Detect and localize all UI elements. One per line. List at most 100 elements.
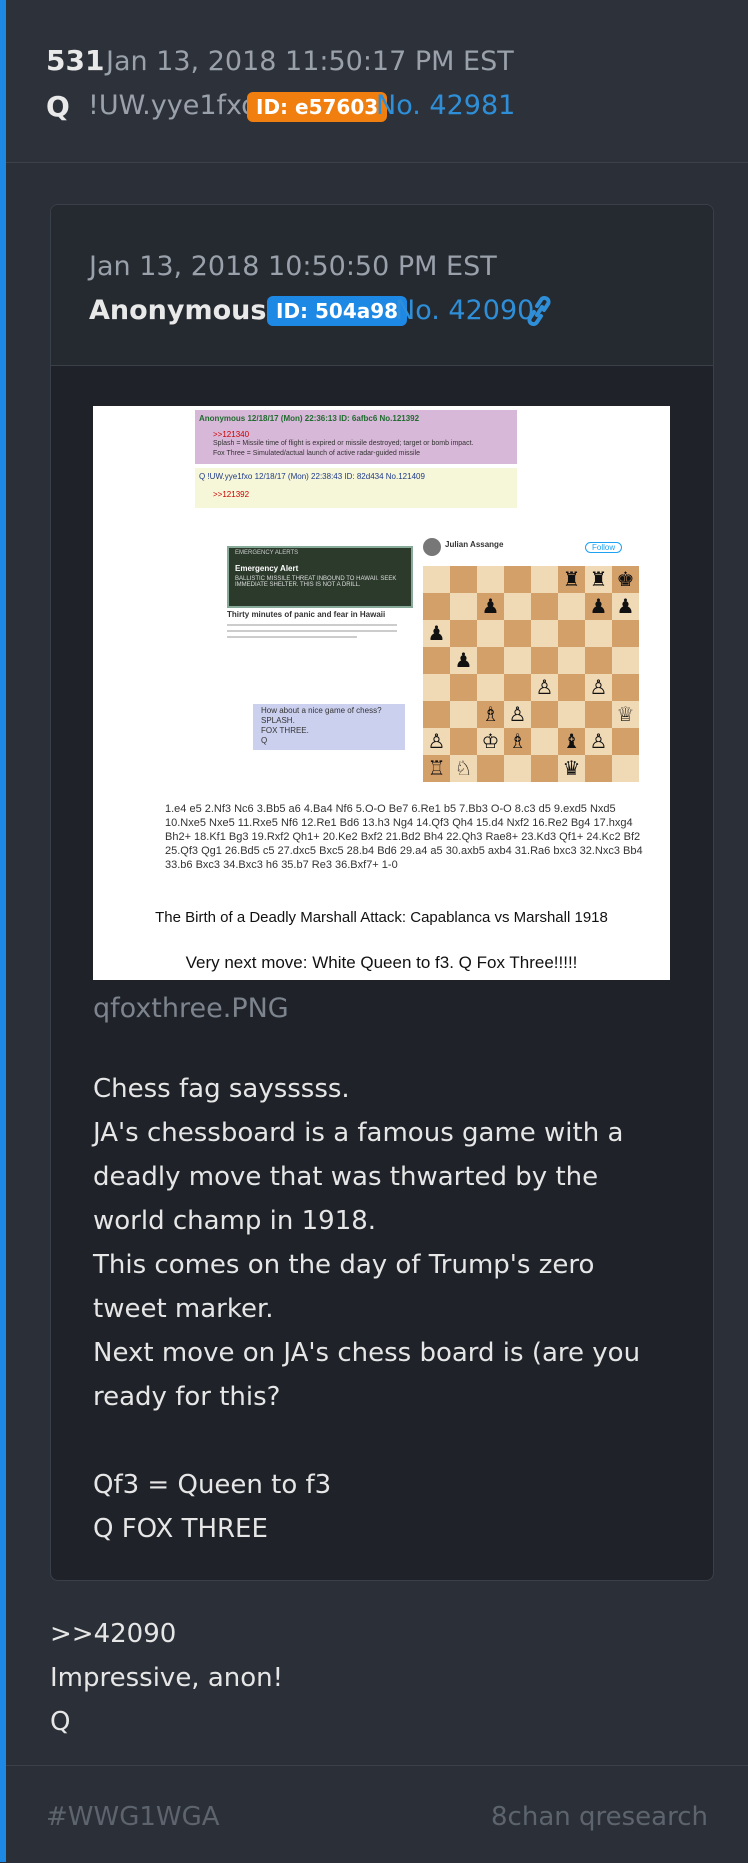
chess-square: [423, 566, 450, 593]
chess-square: [477, 647, 504, 674]
image-tweet2-header: Q !UW.yye1fxo 12/18/17 (Mon) 22:38:43 ID…: [199, 472, 425, 481]
attached-image[interactable]: Anonymous 12/18/17 (Mon) 22:36:13 ID: 6a…: [93, 406, 670, 980]
quoted-line: JA's chessboard is a famous game with a …: [93, 1118, 624, 1236]
chess-square: [558, 647, 585, 674]
chess-square: [531, 647, 558, 674]
image-tweet-anon: Anonymous 12/18/17 (Mon) 22:36:13 ID: 6a…: [195, 410, 517, 464]
chess-square: [585, 647, 612, 674]
chess-square: [558, 620, 585, 647]
chess-square: [504, 566, 531, 593]
post-header: 531 Jan 13, 2018 11:50:17 PM EST Q !UW.y…: [6, 0, 748, 163]
chess-square: ♗: [504, 728, 531, 755]
image-tw-follow: Follow: [585, 542, 623, 553]
chess-square: [504, 674, 531, 701]
chess-square: ♛: [558, 755, 585, 782]
post-number: 531: [46, 44, 105, 77]
image-alert-heading: Emergency Alert: [235, 564, 299, 573]
post-card: 531 Jan 13, 2018 11:50:17 PM EST Q !UW.y…: [0, 0, 748, 1863]
chess-square: ♕: [612, 701, 639, 728]
chessboard: ♜ ♜ ♚ ♟ ♟ ♟ ♟ ♟ ♙ ♙ ♗ ♙ ♕ ♙ ♔ ♗ ♝ ♙ ♖ ♘ ♛: [423, 566, 639, 782]
chess-square: ♝: [558, 728, 585, 755]
chess-square: [450, 728, 477, 755]
chess-square: ♟: [450, 647, 477, 674]
chess-square: ♟: [423, 620, 450, 647]
chess-square: ♟: [612, 593, 639, 620]
chess-square: [531, 593, 558, 620]
chess-square: [450, 593, 477, 620]
chess-square: ♙: [585, 674, 612, 701]
quoted-line: Chess fag saysssss.: [93, 1074, 350, 1104]
chess-square: [612, 674, 639, 701]
chess-square: [423, 647, 450, 674]
image-chess-line-1: How about a nice game of chess?: [261, 706, 382, 715]
image-moves: 1.e4 e5 2.Nf3 Nc6 3.Bb5 a6 4.Ba4 Nf6 5.O…: [165, 803, 643, 871]
chess-square: [450, 674, 477, 701]
source-label: 8chan qresearch: [491, 1802, 708, 1832]
quoted-id-badge[interactable]: ID: 504a98: [267, 296, 408, 326]
image-hawaii-title: Thirty minutes of panic and fear in Hawa…: [227, 610, 386, 619]
quoted-post-header: Jan 13, 2018 10:50:50 PM EST Anonymous I…: [51, 205, 713, 366]
chess-square: [612, 755, 639, 782]
quoted-body: Chess fag saysssss. JA's chessboard is a…: [93, 1067, 673, 1551]
quoted-line: This comes on the day of Trump's zero tw…: [93, 1250, 595, 1324]
image-filename[interactable]: qfoxthree.PNG: [93, 993, 289, 1024]
chess-square: [477, 674, 504, 701]
post-footer: #WWG1WGA 8chan qresearch: [6, 1765, 748, 1863]
chess-square: [450, 620, 477, 647]
quoted-line: [93, 1419, 673, 1463]
image-alert-title: EMERGENCY ALERTS: [235, 550, 299, 556]
chess-square: ♜: [558, 566, 585, 593]
chess-square: [558, 701, 585, 728]
image-tweet-q: Q !UW.yye1fxo 12/18/17 (Mon) 22:38:43 ID…: [195, 468, 517, 508]
image-tweet2-ref: >>121392: [213, 490, 250, 499]
id-badge[interactable]: ID: e57603: [247, 92, 388, 122]
chess-square: ♟: [585, 593, 612, 620]
chess-square: [531, 755, 558, 782]
chess-square: ♟: [477, 593, 504, 620]
chess-square: [477, 566, 504, 593]
chess-square: ♘: [450, 755, 477, 782]
chess-square: ♚: [612, 566, 639, 593]
image-emergency-alert: EMERGENCY ALERTS Emergency Alert BALLIST…: [227, 546, 413, 608]
chess-square: ♖: [423, 755, 450, 782]
chess-square: [531, 728, 558, 755]
chess-square: ♔: [477, 728, 504, 755]
chess-square: [531, 620, 558, 647]
chess-square: [585, 620, 612, 647]
chess-square: ♗: [477, 701, 504, 728]
quoted-timestamp: Jan 13, 2018 10:50:50 PM EST: [89, 251, 497, 282]
chess-square: [585, 701, 612, 728]
chess-square: [612, 728, 639, 755]
chess-square: ♙: [423, 728, 450, 755]
image-alert-text: BALLISTIC MISSILE THREAT INBOUND TO HAWA…: [235, 576, 397, 588]
quoted-author: Anonymous: [89, 295, 267, 326]
image-chess-line-4: Q: [261, 736, 268, 745]
chess-square: ♙: [531, 674, 558, 701]
image-tweet1-header: Anonymous 12/18/17 (Mon) 22:36:13 ID: 6a…: [199, 414, 420, 423]
chess-square: ♙: [504, 701, 531, 728]
chess-square: [423, 701, 450, 728]
quoted-post: Jan 13, 2018 10:50:50 PM EST Anonymous I…: [50, 204, 714, 1581]
reply-signature: Q: [50, 1707, 71, 1737]
chess-square: [585, 755, 612, 782]
quoted-post-number-link[interactable]: No. 42090: [395, 295, 534, 326]
chess-square: [531, 701, 558, 728]
link-icon[interactable]: [525, 295, 553, 331]
chess-square: [558, 674, 585, 701]
chess-square: [612, 647, 639, 674]
image-tweet1-line1: Splash = Missile time of flight is expir…: [213, 440, 474, 447]
chess-square: [531, 566, 558, 593]
image-caption: The Birth of a Deadly Marshall Attack: C…: [155, 909, 608, 926]
quoted-line: Next move on JA's chess board is (are yo…: [93, 1338, 641, 1412]
quoted-line: Q FOX THREE: [93, 1514, 268, 1544]
post-number-link[interactable]: No. 42981: [376, 90, 515, 121]
image-chess-question: How about a nice game of chess? SPLASH. …: [253, 704, 405, 750]
chess-square: [504, 755, 531, 782]
chess-square: [423, 674, 450, 701]
chess-square: [612, 620, 639, 647]
chess-square: [423, 593, 450, 620]
image-caption-2: Very next move: White Queen to f3. Q Fox…: [185, 953, 578, 972]
chess-square: ♙: [585, 728, 612, 755]
image-tw-name: Julian Assange: [445, 540, 504, 549]
reply-link[interactable]: >>42090: [50, 1612, 283, 1656]
